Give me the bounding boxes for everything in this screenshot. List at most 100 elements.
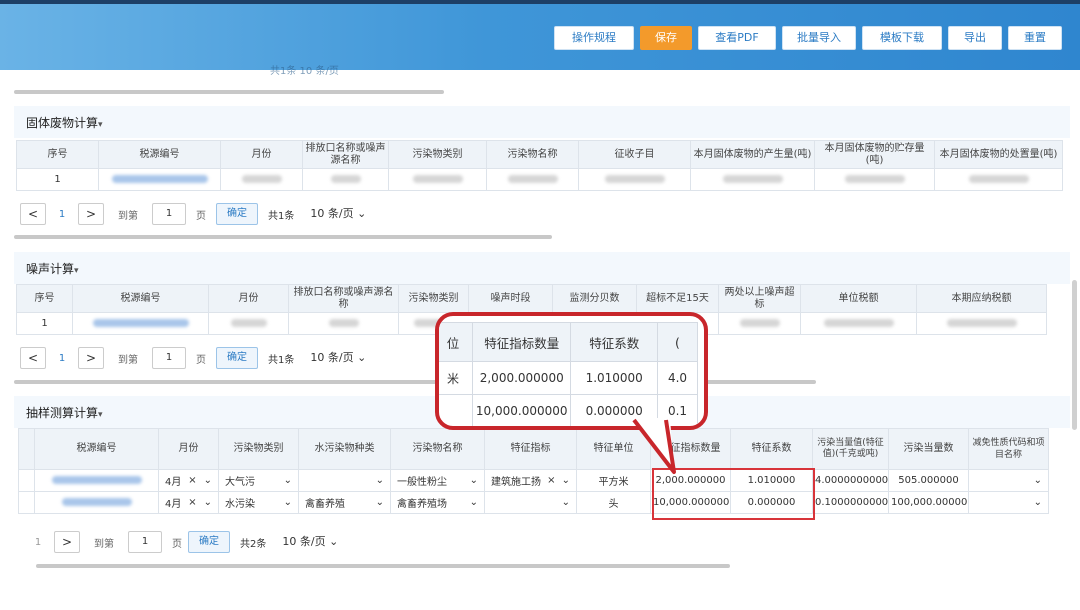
chevron-down-icon: ⌄ bbox=[561, 497, 570, 508]
export-button[interactable]: 导出 bbox=[948, 26, 1002, 50]
goto-page-input[interactable]: 1 bbox=[152, 203, 186, 225]
goto-confirm-button[interactable]: 确定 bbox=[188, 531, 230, 553]
equiv-value-input[interactable]: 0.1000000000 bbox=[812, 491, 889, 514]
save-button[interactable]: 保存 bbox=[640, 26, 692, 50]
relief-select[interactable]: ⌄ bbox=[968, 491, 1049, 514]
pollutant-select[interactable]: 一般性粉尘 ⌄ bbox=[390, 469, 485, 492]
column-header: 污染当量值(特征值)(千克或吨) bbox=[812, 428, 889, 470]
equiv-count-cell: 505.000000 bbox=[888, 469, 969, 492]
solid-waste-section-title[interactable]: 固体废物计算▾ bbox=[26, 114, 103, 131]
table-row[interactable]: 4月 × ⌄ 大气污 ⌄ ⌄ 一般性粉尘 ⌄ 建筑施工扬 × ⌄ 平方米 2,000.000… bbox=[18, 469, 1049, 492]
month-value: 4月 bbox=[165, 477, 182, 488]
goto-page-input[interactable]: 1 bbox=[128, 531, 162, 553]
chevron-down-icon: ⌄ bbox=[1033, 497, 1042, 508]
page-unit-label: 页 bbox=[196, 210, 206, 222]
month-select[interactable]: 4月 × ⌄ bbox=[158, 469, 219, 492]
table-row[interactable]: 1 bbox=[16, 168, 1063, 191]
clear-icon[interactable]: × bbox=[188, 475, 196, 486]
goto-confirm-button[interactable]: 确定 bbox=[216, 347, 258, 369]
month-select[interactable]: 4月 × ⌄ bbox=[158, 491, 219, 514]
prev-page-button[interactable]: < bbox=[20, 203, 46, 225]
horizontal-scrollbar[interactable] bbox=[14, 235, 552, 239]
chevron-down-icon: ⌄ bbox=[357, 351, 367, 364]
horizontal-scrollbar[interactable] bbox=[36, 564, 730, 568]
template-download-button[interactable]: 模板下载 bbox=[862, 26, 942, 50]
next-page-button[interactable]: > bbox=[78, 203, 104, 225]
goto-confirm-button[interactable]: 确定 bbox=[216, 203, 258, 225]
column-header: 月份 bbox=[220, 140, 303, 169]
blurred-cell bbox=[800, 312, 917, 335]
category-select[interactable]: 大气污 ⌄ bbox=[218, 469, 299, 492]
zoom-cell: 1.010000 bbox=[570, 361, 658, 395]
page-size-select[interactable]: 10 条/页 ⌄ bbox=[304, 204, 372, 224]
column-header: 月份 bbox=[158, 428, 219, 470]
next-page-button[interactable]: > bbox=[54, 531, 80, 553]
vertical-scrollbar[interactable] bbox=[1072, 280, 1077, 430]
section-title-text: 固体废物计算 bbox=[26, 116, 99, 130]
total-count: 共1条 bbox=[268, 354, 295, 366]
blurred-cell bbox=[72, 312, 209, 335]
goto-page-input[interactable]: 1 bbox=[152, 347, 186, 369]
column-header: 污染当量数 bbox=[888, 428, 969, 470]
page-size-value: 10 条/页 bbox=[310, 207, 354, 220]
view-pdf-button[interactable]: 查看PDF bbox=[698, 26, 776, 50]
current-page-number[interactable]: 1 bbox=[52, 353, 72, 364]
chevron-down-icon: ⌄ bbox=[375, 497, 384, 508]
category-select[interactable]: 水污染 ⌄ bbox=[218, 491, 299, 514]
column-header: 噪声时段 bbox=[468, 284, 553, 313]
noise-pager: < 1 > 到第 1 页 确定 共1条 10 条/页 ⌄ bbox=[20, 346, 372, 370]
blurred-cell bbox=[934, 168, 1063, 191]
relief-select[interactable]: ⌄ bbox=[968, 469, 1049, 492]
chevron-down-icon: ⌄ bbox=[1033, 475, 1042, 486]
operation-rules-button[interactable]: 操作规程 bbox=[554, 26, 634, 50]
table-row[interactable]: 4月 × ⌄ 水污染 ⌄ 禽畜养殖 ⌄ 禽畜养殖场 ⌄ ⌄ 头 10,000.000000… bbox=[18, 491, 1049, 514]
clear-icon[interactable]: × bbox=[188, 497, 196, 508]
row-cell bbox=[18, 491, 35, 514]
top-toolbar: 操作规程 保存 查看PDF 批量导入 模板下载 导出 重置 共1条 10 条/页 bbox=[0, 0, 1080, 77]
column-header: 序号 bbox=[16, 140, 99, 169]
caret-down-icon: ▾ bbox=[98, 120, 103, 130]
obscured-pager: 共1条 10 条/页 bbox=[270, 66, 339, 77]
column-header: 特征指标 bbox=[484, 428, 577, 470]
batch-import-button[interactable]: 批量导入 bbox=[782, 26, 856, 50]
next-page-button[interactable]: > bbox=[78, 347, 104, 369]
column-header: 征收子目 bbox=[578, 140, 691, 169]
blurred-cell bbox=[486, 168, 579, 191]
column-header: 超标不足15天 bbox=[636, 284, 719, 313]
column-header: 本月固体废物的产生量(吨) bbox=[690, 140, 815, 169]
clear-icon[interactable]: × bbox=[547, 475, 555, 486]
zoom-header: 位 bbox=[439, 322, 474, 362]
blurred-cell bbox=[288, 312, 399, 335]
indicator-select[interactable]: 建筑施工扬 × ⌄ bbox=[484, 469, 577, 492]
water-type-select[interactable]: 禽畜养殖 ⌄ bbox=[298, 491, 391, 514]
zoom-cell: 10,000.000000 bbox=[472, 394, 572, 426]
chevron-down-icon: ⌄ bbox=[357, 207, 367, 220]
water-type-select[interactable]: ⌄ bbox=[298, 469, 391, 492]
page-size-value: 10 条/页 bbox=[282, 535, 326, 548]
prev-page-button[interactable]: < bbox=[20, 347, 46, 369]
page-size-select[interactable]: 10 条/页 ⌄ bbox=[276, 532, 344, 552]
section-header-band bbox=[14, 106, 1070, 138]
noise-section-title[interactable]: 噪声计算▾ bbox=[26, 260, 79, 277]
column-header: 税源编号 bbox=[34, 428, 159, 470]
equiv-value-input[interactable]: 4.0000000000 bbox=[812, 469, 889, 492]
indicator-select[interactable]: ⌄ bbox=[484, 491, 577, 514]
table-header-row: 税源编号 月份 污染物类别 水污染物种类 污染物名称 特征指标 特征单位 特征指… bbox=[18, 428, 1049, 470]
current-page-number[interactable]: 1 bbox=[28, 537, 48, 548]
row-number: 1 bbox=[16, 312, 73, 335]
sampling-section-title[interactable]: 抽样测算计算▾ bbox=[26, 404, 103, 421]
category-value: 水污染 bbox=[225, 499, 255, 510]
zoom-header: 特征指标数量 bbox=[472, 322, 572, 362]
blurred-cell bbox=[34, 469, 159, 492]
water-type-value: 禽畜养殖 bbox=[305, 499, 345, 510]
horizontal-scrollbar[interactable] bbox=[14, 90, 444, 94]
reset-button[interactable]: 重置 bbox=[1008, 26, 1062, 50]
solid-waste-pager: < 1 > 到第 1 页 确定 共1条 10 条/页 ⌄ bbox=[20, 202, 372, 226]
column-header: 污染物类别 bbox=[398, 284, 469, 313]
blurred-cell bbox=[208, 312, 289, 335]
page-size-select[interactable]: 10 条/页 ⌄ bbox=[304, 348, 372, 368]
blurred-cell bbox=[916, 312, 1047, 335]
current-page-number[interactable]: 1 bbox=[52, 209, 72, 220]
pollutant-select[interactable]: 禽畜养殖场 ⌄ bbox=[390, 491, 485, 514]
blurred-cell bbox=[302, 168, 389, 191]
